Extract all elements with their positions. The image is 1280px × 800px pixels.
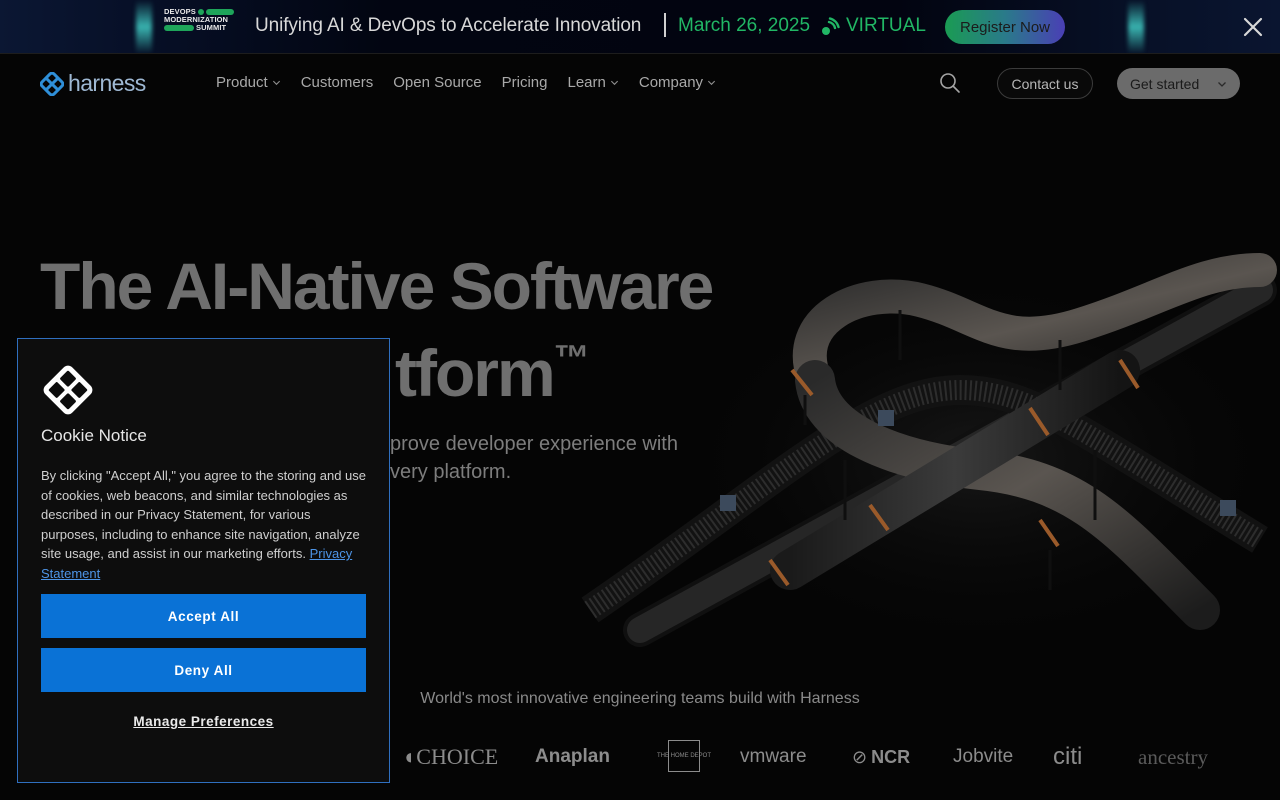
banner-divider [664, 13, 666, 37]
customer-logo-text: NCR [871, 746, 911, 767]
harness-logo-icon [43, 365, 93, 415]
nav-item-product[interactable]: Product [216, 74, 281, 91]
cookie-notice-title: Cookie Notice [41, 426, 147, 445]
customer-logo-text: ancestry [1138, 744, 1208, 769]
customer-logo-ncr: ⊘ NCR [852, 746, 911, 767]
chevron-down-icon [272, 80, 280, 86]
banner-virtual-label: VIRTUAL [846, 15, 926, 36]
customer-logo-ancestry: ancestry [1138, 740, 1208, 774]
banner-light-beam [136, 0, 152, 53]
hero-title-line-1: The AI-Native Software [40, 249, 714, 323]
customer-logo-text: CHOICE [416, 744, 499, 769]
cookie-notice-body: By clicking "Accept All," you agree to t… [41, 466, 371, 584]
nav-item-learn[interactable]: Learn [567, 74, 618, 91]
get-started-button[interactable]: Get started [1117, 68, 1240, 99]
customer-logo-text: citi [1053, 743, 1083, 770]
customer-logo-jobvite: Jobvite [953, 740, 1013, 774]
customer-logo-text: THE HOME DEPOT [657, 752, 712, 759]
banner-headline: Unifying AI & DevOps to Accelerate Innov… [255, 15, 642, 36]
nav-item-label: Company [638, 74, 704, 91]
nav-item-customers[interactable]: Customers [301, 74, 374, 91]
register-now-label: Register Now [959, 18, 1051, 36]
manage-preferences-link[interactable]: Manage Preferences [41, 714, 366, 729]
chevron-down-icon [610, 80, 618, 86]
close-icon[interactable] [1241, 15, 1265, 39]
broadcast-icon [822, 17, 840, 35]
register-now-button[interactable]: Register Now [945, 10, 1065, 44]
chevron-down-icon[interactable] [1217, 79, 1227, 89]
customer-logo-home-depot: THE HOME DEPOT [657, 740, 711, 772]
cookie-notice-dialog: Cookie Notice By clicking "Accept All," … [17, 338, 390, 783]
accept-all-button[interactable]: Accept All [41, 594, 366, 638]
summit-logo-line: SUMMIT [196, 23, 227, 32]
summit-logo[interactable]: DEVOPS MODERNIZATION SUMMIT [164, 8, 242, 46]
nav-item-label: Product [216, 74, 268, 91]
nav-item-label: Customers [300, 74, 374, 91]
customers-tagline-text: World's most innovative engineering team… [420, 690, 860, 707]
customer-logo-choice: ◖ CHOICE [402, 744, 499, 769]
nav-item-pricing[interactable]: Pricing [502, 74, 548, 91]
nav-links: Product Customers Open Source Pricing Le… [216, 74, 736, 91]
get-started-label: Get started [1130, 75, 1200, 92]
contact-us-button[interactable]: Contact us [997, 68, 1093, 99]
contact-us-label: Contact us [1011, 75, 1079, 92]
nav-item-label: Learn [567, 74, 606, 91]
hero-title-line-2-text: tform [395, 336, 556, 410]
customer-logo-anaplan: Anaplan [535, 740, 610, 774]
nav-item-company[interactable]: Company [639, 74, 716, 91]
main-nav: harness Product Customers Open Source Pr… [0, 54, 1280, 112]
promo-banner: DEVOPS MODERNIZATION SUMMIT Unifying AI … [0, 0, 1280, 54]
customer-logo-text: Jobvite [953, 746, 1014, 767]
trademark-symbol: ™ [553, 337, 590, 378]
harness-logo-icon [40, 71, 64, 96]
banner-date: March 26, 2025 [678, 15, 811, 36]
customer-logo-citi: citi [1053, 740, 1082, 774]
customer-logo-vmware: vmware [740, 740, 807, 774]
banner-light-beam [1128, 0, 1144, 53]
accept-all-label: Accept All [167, 608, 240, 624]
deny-all-button[interactable]: Deny All [41, 648, 366, 692]
nav-item-label: Pricing [501, 74, 548, 91]
customer-logo-text: Anaplan [535, 746, 610, 767]
harness-logo[interactable]: harness [40, 70, 146, 97]
nav-item-open-source[interactable]: Open Source [393, 74, 481, 91]
manage-preferences-label: Manage Preferences [133, 714, 274, 729]
deny-all-label: Deny All [174, 662, 233, 678]
nav-item-label: Open Source [393, 74, 482, 91]
brand-name: harness [68, 70, 146, 96]
customer-logo-strip: ◖ CHOICE Anaplan THE HOME DEPOT vmware ⊘ N… [400, 740, 1280, 776]
chevron-down-icon [708, 80, 716, 86]
customer-logo-text: vmware [740, 746, 807, 767]
search-icon[interactable] [939, 72, 961, 94]
